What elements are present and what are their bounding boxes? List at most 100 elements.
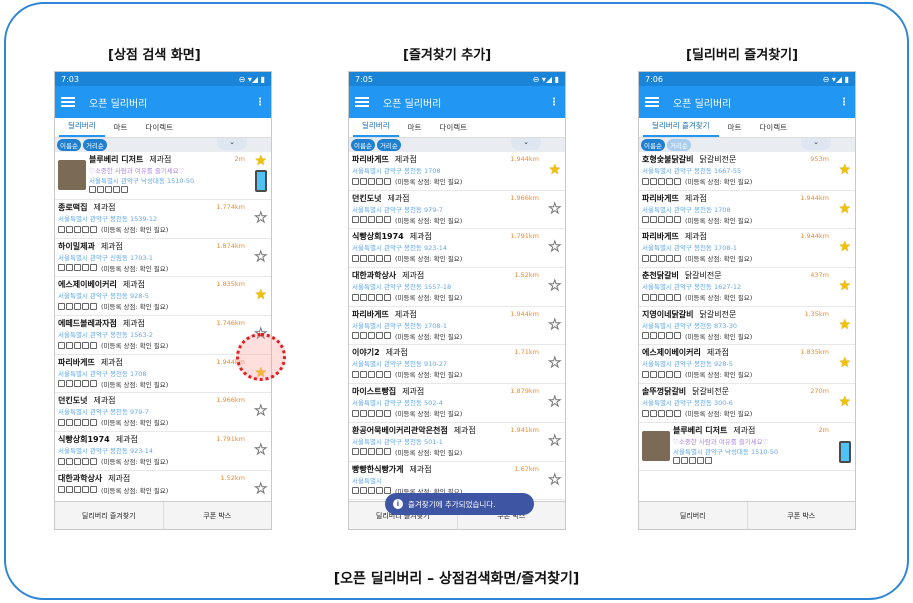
store-list-item[interactable]: 솔뚜껑닭갈비 닭갈비전문 270m 서울특별시 관악구 봉천동 300-6 (미등록 상…: [639, 384, 855, 423]
store-list-item[interactable]: 던킨도넛 제과점 1.966km 서울특별시 관악구 봉천동 979-7 (미등록 상점…: [349, 191, 565, 230]
store-list-item[interactable]: 종로떡집 제과점 1.774km 서울특별시 관악구 봉천동 1539-12 (미등록 …: [55, 200, 271, 239]
store-list-item[interactable]: 환공어묵베이커리관악은천점 제과점 1.941km 서울특별시 관악구 봉천동 501…: [349, 423, 565, 462]
store-list-item[interactable]: 에스제이베이커리 제과점 1.835km 서울특별시 관악구 봉천동 928-5 (미등…: [55, 277, 271, 317]
tab-1[interactable]: 마트: [719, 122, 751, 137]
store-name: 파리바게뜨: [642, 232, 679, 242]
store-category: 제과점: [394, 309, 417, 319]
favorite-star-icon[interactable]: ★: [838, 240, 851, 254]
hamburger-menu-icon[interactable]: [355, 97, 369, 107]
store-list-item[interactable]: 춘천닭갈비 닭갈비전문 437m 서울특별시 관악구 봉천동 1627-12 (미등록 …: [639, 268, 855, 307]
chevron-down-icon[interactable]: ⌄: [217, 138, 247, 150]
store-list-item[interactable]: 식빵상회1974 제과점 1.791km 서울특별시 관악구 봉천동 923-14 (미…: [349, 229, 565, 269]
unregistered-note: (미등록 상점: 확인 필요): [101, 303, 169, 312]
ad-list-item[interactable]: 블루베리 디저트 제과점 ♡소중한 사람과 여유를 즐기세요♡ 서울특별시 관악구 낙…: [639, 423, 855, 471]
chevron-down-icon[interactable]: ⌄: [511, 138, 541, 150]
phone-call-icon[interactable]: [839, 440, 851, 463]
favorite-star-icon[interactable]: ★: [548, 472, 562, 487]
chevron-down-icon[interactable]: ⌄: [801, 138, 831, 150]
favorite-star-icon[interactable]: ★: [548, 356, 562, 371]
hamburger-menu-icon[interactable]: [61, 97, 75, 107]
phone-call-icon[interactable]: [255, 170, 267, 192]
store-list-item[interactable]: 마이스트빵집 제과점 1.879km 서울특별시 관악구 봉천동 502-4 (미등록 …: [349, 384, 565, 423]
store-list-item[interactable]: 하이밀제과 제과점 1.874km 서울특별시 관악구 신림동 1703-1 (미등록 …: [55, 239, 271, 278]
favorite-star-icon[interactable]: ★: [838, 202, 851, 216]
favorite-star-icon[interactable]: ★: [254, 404, 268, 419]
tab-1[interactable]: 마트: [399, 122, 431, 137]
store-name: 환공어묵베이커리관악은천점: [352, 425, 448, 435]
tab-0[interactable]: 딜리버리: [353, 120, 399, 137]
store-list-item[interactable]: 파리바게뜨 제과점 1.944km 서울특별시 관악구 봉천동 1708-1 (미등록 …: [639, 229, 855, 269]
favorite-star-icon[interactable]: ★: [548, 163, 561, 177]
favorite-star-icon[interactable]: ★: [548, 317, 562, 332]
favorite-star-icon[interactable]: ★: [254, 288, 267, 302]
favorite-star-icon[interactable]: ★: [254, 211, 268, 226]
more-options-icon[interactable]: ⋮: [255, 97, 265, 108]
favorite-star-icon[interactable]: ★: [254, 443, 268, 458]
hamburger-menu-icon[interactable]: [645, 97, 659, 107]
coupon-box-button[interactable]: 쿠폰 박스: [162, 502, 272, 529]
more-options-icon[interactable]: ⋮: [839, 97, 849, 108]
store-list-item[interactable]: 식빵상회1974 제과점 1.791km 서울특별시 관악구 봉천동 923-14 (미…: [55, 432, 271, 471]
heart-icon: [82, 225, 89, 233]
bottom-button-left[interactable]: 딜리버리 즐겨찾기: [55, 502, 163, 529]
battery-icon: ⊖ ▾◢ ▮: [532, 74, 559, 84]
favorite-star-icon[interactable]: ★: [838, 356, 851, 370]
bottom-button-left[interactable]: 딜리버리: [639, 502, 747, 529]
store-distance: 1.944km: [800, 193, 829, 202]
favorite-star-icon[interactable]: ★: [548, 433, 562, 448]
unregistered-note: (미등록 상점: 확인 필요): [395, 294, 463, 303]
store-address: 서울특별시 관악구 봉천동 873-30: [642, 321, 738, 330]
store-list-item[interactable]: 대한과학상사 제과점 1.52km 서울특별시 관악구 봉천동 1557-18 (미등록…: [349, 268, 565, 307]
coupon-icon: [368, 293, 375, 301]
favorite-star-icon[interactable]: ★: [254, 154, 267, 168]
store-list-item[interactable]: 이야기2 제과점 1.71km 서울특별시 관악구 봉천동 910-27 (미등록 상점…: [349, 345, 565, 385]
tab-0[interactable]: 딜리버리 즐겨찾기: [643, 120, 719, 137]
sort-name-chip[interactable]: 이름순: [57, 139, 81, 151]
favorite-star-icon[interactable]: ★: [838, 395, 851, 409]
favorite-star-icon[interactable]: ★: [548, 201, 562, 216]
more-options-icon[interactable]: ⋮: [549, 97, 559, 108]
favorite-star-icon[interactable]: ★: [548, 279, 562, 294]
ad-list-item[interactable]: 블루베리 디저트 제과점 ♡소중한 사람과 여유를 즐기세요♡ 서울특별시 관악구 낙…: [55, 152, 271, 200]
favorite-star-icon[interactable]: ★: [838, 163, 851, 177]
store-distance: 1.874km: [216, 241, 245, 250]
store-name: 빵빵한식빵가게: [352, 464, 404, 474]
coupon-box-button[interactable]: 쿠폰 박스: [746, 502, 856, 529]
store-name: 하이밀제과: [58, 241, 95, 251]
store-list-item[interactable]: 파리바게뜨 제과점 1.944km 서울특별시 관악구 봉천동 1708 (미등록 상점…: [639, 191, 855, 230]
sort-distance-chip[interactable]: 거리순: [82, 139, 107, 151]
sort-name-chip[interactable]: 이름순: [351, 139, 375, 151]
favorite-star-icon[interactable]: ★: [254, 481, 268, 496]
favorite-star-icon[interactable]: ★: [254, 249, 268, 264]
store-list-item[interactable]: 호형숯불닭갈비 닭갈비전문 953m 서울특별시 관악구 봉천동 1667-55 (미등…: [639, 152, 855, 191]
tab-1[interactable]: 마트: [105, 122, 137, 137]
favorite-star-icon[interactable]: ★: [838, 279, 851, 293]
coupon-icon: [74, 302, 81, 310]
tab-2[interactable]: 다이렉트: [136, 122, 182, 137]
store-distance: 2m: [234, 155, 245, 163]
store-list-item[interactable]: 지영이네닭갈비 닭갈비전문 1.35km 서울특별시 관악구 봉천동 873-30 (미…: [639, 307, 855, 346]
tab-2[interactable]: 다이렉트: [750, 122, 796, 137]
delivery-icon: [352, 216, 359, 224]
delivery-icon: [642, 370, 649, 378]
bottom-bar: 딜리버리 쿠폰 박스: [639, 501, 855, 529]
store-address: 서울특별시 관악구 낙성대동 1510-50: [89, 177, 195, 185]
store-list-item[interactable]: 던킨도넛 제과점 1.966km 서울특별시 관악구 봉천동 979-7 (미등록 상점…: [55, 393, 271, 433]
sort-distance-chip[interactable]: 거리순: [376, 139, 401, 151]
favorite-star-icon[interactable]: ★: [838, 318, 851, 332]
favorite-star-icon[interactable]: ★: [548, 395, 562, 410]
sort-name-chip[interactable]: 이름순: [641, 139, 665, 151]
store-list-item[interactable]: 에스제이베이커리 제과점 1.835km 서울특별시 관악구 봉천동 928-5 (미등…: [639, 345, 855, 385]
store-list-item[interactable]: 파리바게뜨 제과점 1.944km 서울특별시 관악구 봉천동 1708-1 (미등록 …: [349, 307, 565, 346]
store-name: 식빵상회1974: [58, 435, 110, 445]
store-list-item[interactable]: 파리바게뜨 제과점 1.944km 서울특별시 관악구 봉천동 1708 (미등록 상점…: [349, 152, 565, 191]
favorite-star-icon[interactable]: ★: [548, 240, 562, 255]
store-address: 서울특별시 관악구 봉천동 1708: [58, 369, 147, 378]
store-distance: 1.879km: [510, 387, 539, 396]
coupon-icon: [368, 409, 375, 417]
card-icon: [66, 302, 73, 310]
delivery-icon: [352, 448, 359, 456]
sort-distance-chip[interactable]: 거리순: [666, 139, 691, 151]
tab-2[interactable]: 다이렉트: [430, 122, 476, 137]
tab-0[interactable]: 딜리버리: [59, 120, 105, 137]
